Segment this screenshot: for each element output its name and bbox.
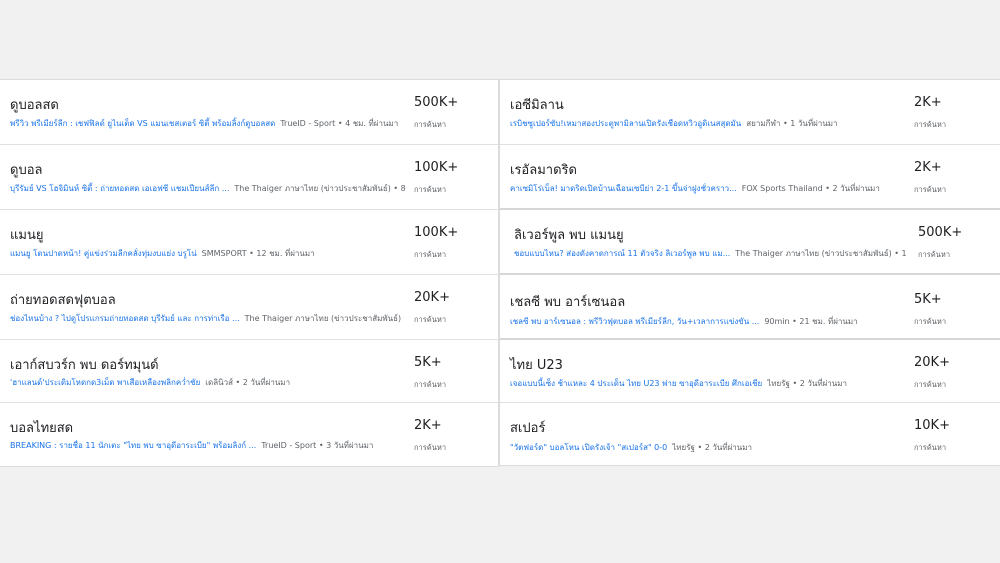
article-link[interactable]: แมนยู โดนปาดหน้า! คู่แข่งร่วมลีกคลั่งทุ่…	[10, 249, 197, 258]
trend-card[interactable]: เรอัลมาดริด คาเซมิโร่เบ็ล! มาดริดเปิดบ้า…	[500, 145, 1000, 210]
trend-title[interactable]: สเปอร์	[510, 417, 545, 438]
trend-article: ช่องไหนบ้าง ? ไปดูโปรแกรมถ่ายทอดสด บุรีร…	[10, 312, 405, 325]
trend-title[interactable]: ไทย U23	[510, 354, 563, 375]
search-count: 2K+	[914, 160, 942, 175]
article-link[interactable]: BREAKING : รายชื่อ 11 นักเตะ "ไทย พบ ซาอ…	[10, 441, 256, 450]
trend-card[interactable]: ไทย U23 เจอแบบนี้เซ็ง ช้าแหละ 4 ประเด็น …	[500, 340, 1000, 403]
article-source: เดลินิวส์ • 2 วันที่ผ่านมา	[205, 378, 291, 387]
search-count-label: การค้นหา	[414, 443, 447, 452]
search-count-label: การค้นหา	[414, 120, 447, 129]
trend-article: บุรีรัมย์ VS โฮจิมินห์ ซิตี้ : ถ่ายทอดสด…	[10, 182, 405, 195]
article-source: ไทยรัฐ • 2 วันที่ผ่านมา	[672, 443, 753, 452]
search-count: 2K+	[914, 95, 942, 110]
trend-article: BREAKING : รายชื่อ 11 นักเตะ "ไทย พบ ซาอ…	[10, 439, 373, 452]
article-source: FOX Sports Thailand • 2 วันที่ผ่านมา	[741, 184, 880, 193]
article-source: TrueID - Sport • 4 ชม. ที่ผ่านมา	[280, 119, 399, 128]
search-count: 100K+	[414, 160, 459, 175]
trend-title[interactable]: บอลไทยสด	[10, 417, 73, 438]
search-count: 100K+	[414, 225, 459, 240]
trend-card[interactable]: ดูบอลสด พรีวิว พรีเมียร์ลีก : เชฟฟิลด์ ย…	[0, 80, 498, 145]
article-source: The Thaiger ภาษาไทย (ข่าวประชาสัมพันธ์) …	[234, 184, 405, 193]
article-link[interactable]: เชลซี พบ อาร์เซนอล : พรีวิวฟุตบอล พรีเมี…	[510, 317, 759, 326]
trend-card[interactable]: แมนยู แมนยู โดนปาดหน้า! คู่แข่งร่วมลีกคล…	[0, 210, 498, 275]
search-count-label: การค้นหา	[914, 317, 947, 326]
trend-article: ชอบแบบไหน? ส่องดังคาดการณ์ 11 ตัวจริง ลิ…	[514, 247, 909, 260]
search-count-label: การค้นหา	[914, 380, 947, 389]
trend-card[interactable]: สเปอร์ "วัตฟอร์ด" บอลโหน เปิดรังเจ้า "สเ…	[500, 403, 1000, 465]
trend-article: แมนยู โดนปาดหน้า! คู่แข่งร่วมลีกคลั่งทุ่…	[10, 247, 315, 260]
trend-card[interactable]: ถ่ายทอดสดฟุตบอล ช่องไหนบ้าง ? ไปดูโปรแกร…	[0, 275, 498, 340]
trend-article: พรีวิว พรีเมียร์ลีก : เชฟฟิลด์ ยูไนเต็ด …	[10, 117, 398, 130]
search-count: 5K+	[414, 355, 442, 370]
search-count: 500K+	[918, 225, 963, 240]
article-link[interactable]: "วัตฟอร์ด" บอลโหน เปิดรังเจ้า "สเปอร์ส" …	[510, 443, 667, 452]
trend-title[interactable]: เอาก์สบวร์ก พบ ดอร์ทมุนด์	[10, 354, 159, 375]
trend-card[interactable]: เอาก์สบวร์ก พบ ดอร์ทมุนด์ 'ฮาแลนด์'ประเด…	[0, 340, 498, 403]
trends-column-right: เอซีมิลาน เรบิชซูเปอร์ซับ!เหมาสองประตูพา…	[499, 79, 1000, 466]
article-link[interactable]: ช่องไหนบ้าง ? ไปดูโปรแกรมถ่ายทอดสด บุรีร…	[10, 314, 240, 323]
trend-article: เรบิชซูเปอร์ซับ!เหมาสองประตูพามิลานเปิดร…	[510, 117, 838, 130]
trend-title[interactable]: ลิเวอร์พูล พบ แมนยู	[514, 224, 624, 245]
article-source: The Thaiger ภาษาไทย (ข่าวประชาสัมพันธ์) …	[244, 314, 405, 323]
search-count: 10K+	[914, 418, 950, 433]
article-source: SMMSPORT • 12 ชม. ที่ผ่านมา	[201, 249, 315, 258]
search-count-label: การค้นหา	[414, 185, 447, 194]
trend-title[interactable]: ดูบอล	[10, 159, 42, 180]
trend-card[interactable]: เอซีมิลาน เรบิชซูเปอร์ซับ!เหมาสองประตูพา…	[500, 80, 1000, 145]
trend-card[interactable]: ลิเวอร์พูล พบ แมนยู ชอบแบบไหน? ส่องดังคา…	[500, 210, 1000, 275]
search-count: 20K+	[414, 290, 450, 305]
trend-title[interactable]: ดูบอลสด	[10, 94, 59, 115]
article-link[interactable]: ชอบแบบไหน? ส่องดังคาดการณ์ 11 ตัวจริง ลิ…	[514, 249, 730, 258]
search-count-label: การค้นหา	[414, 315, 447, 324]
article-link[interactable]: เรบิชซูเปอร์ซับ!เหมาสองประตูพามิลานเปิดร…	[510, 119, 741, 128]
article-link[interactable]: เจอแบบนี้เซ็ง ช้าแหละ 4 ประเด็น ไทย U23 …	[510, 379, 762, 388]
trend-card[interactable]: บอลไทยสด BREAKING : รายชื่อ 11 นักเตะ "ไ…	[0, 403, 498, 466]
search-count-label: การค้นหา	[918, 250, 951, 259]
search-count: 2K+	[414, 418, 442, 433]
search-count: 5K+	[914, 292, 942, 307]
search-count: 500K+	[414, 95, 459, 110]
article-source: ไทยรัฐ • 2 วันที่ผ่านมา	[767, 379, 848, 388]
article-source: สยามกีฬา • 1 วันที่ผ่านมา	[746, 119, 838, 128]
article-link[interactable]: บุรีรัมย์ VS โฮจิมินห์ ซิตี้ : ถ่ายทอดสด…	[10, 184, 229, 193]
article-link[interactable]: พรีวิว พรีเมียร์ลีก : เชฟฟิลด์ ยูไนเต็ด …	[10, 119, 275, 128]
search-count-label: การค้นหา	[414, 380, 447, 389]
trend-title[interactable]: เชลซี พบ อาร์เซนอล	[510, 291, 625, 312]
trends-column-left: ดูบอลสด พรีวิว พรีเมียร์ลีก : เชฟฟิลด์ ย…	[0, 79, 499, 467]
trend-article: 'ฮาแลนด์'ประเดิมโหดกด3เม็ด พาเสือเหลืองพ…	[10, 376, 290, 389]
trend-title[interactable]: เอซีมิลาน	[510, 94, 564, 115]
trend-article: "วัตฟอร์ด" บอลโหน เปิดรังเจ้า "สเปอร์ส" …	[510, 441, 752, 454]
search-count-label: การค้นหา	[414, 250, 447, 259]
article-link[interactable]: 'ฮาแลนด์'ประเดิมโหดกด3เม็ด พาเสือเหลืองพ…	[10, 378, 200, 387]
trend-article: เจอแบบนี้เซ็ง ช้าแหละ 4 ประเด็น ไทย U23 …	[510, 377, 847, 390]
trend-title[interactable]: ถ่ายทอดสดฟุตบอล	[10, 289, 116, 310]
search-count-label: การค้นหา	[914, 185, 947, 194]
trend-card[interactable]: เชลซี พบ อาร์เซนอล เชลซี พบ อาร์เซนอล : …	[500, 275, 1000, 340]
search-count-label: การค้นหา	[914, 443, 947, 452]
trend-article: คาเซมิโร่เบ็ล! มาดริดเปิดบ้านเฉือนเซบีย่…	[510, 182, 880, 195]
search-count-label: การค้นหา	[914, 120, 947, 129]
article-source: The Thaiger ภาษาไทย (ข่าวประชาสัมพันธ์) …	[735, 249, 909, 258]
trend-card[interactable]: ดูบอล บุรีรัมย์ VS โฮจิมินห์ ซิตี้ : ถ่า…	[0, 145, 498, 210]
trend-title[interactable]: เรอัลมาดริด	[510, 159, 577, 180]
article-source: TrueID - Sport • 3 วันที่ผ่านมา	[261, 441, 374, 450]
search-count: 20K+	[914, 355, 950, 370]
trend-article: เชลซี พบ อาร์เซนอล : พรีวิวฟุตบอล พรีเมี…	[510, 315, 858, 328]
trend-title[interactable]: แมนยู	[10, 224, 43, 245]
article-link[interactable]: คาเซมิโร่เบ็ล! มาดริดเปิดบ้านเฉือนเซบีย่…	[510, 184, 737, 193]
article-source: 90min • 21 ชม. ที่ผ่านมา	[764, 317, 858, 326]
